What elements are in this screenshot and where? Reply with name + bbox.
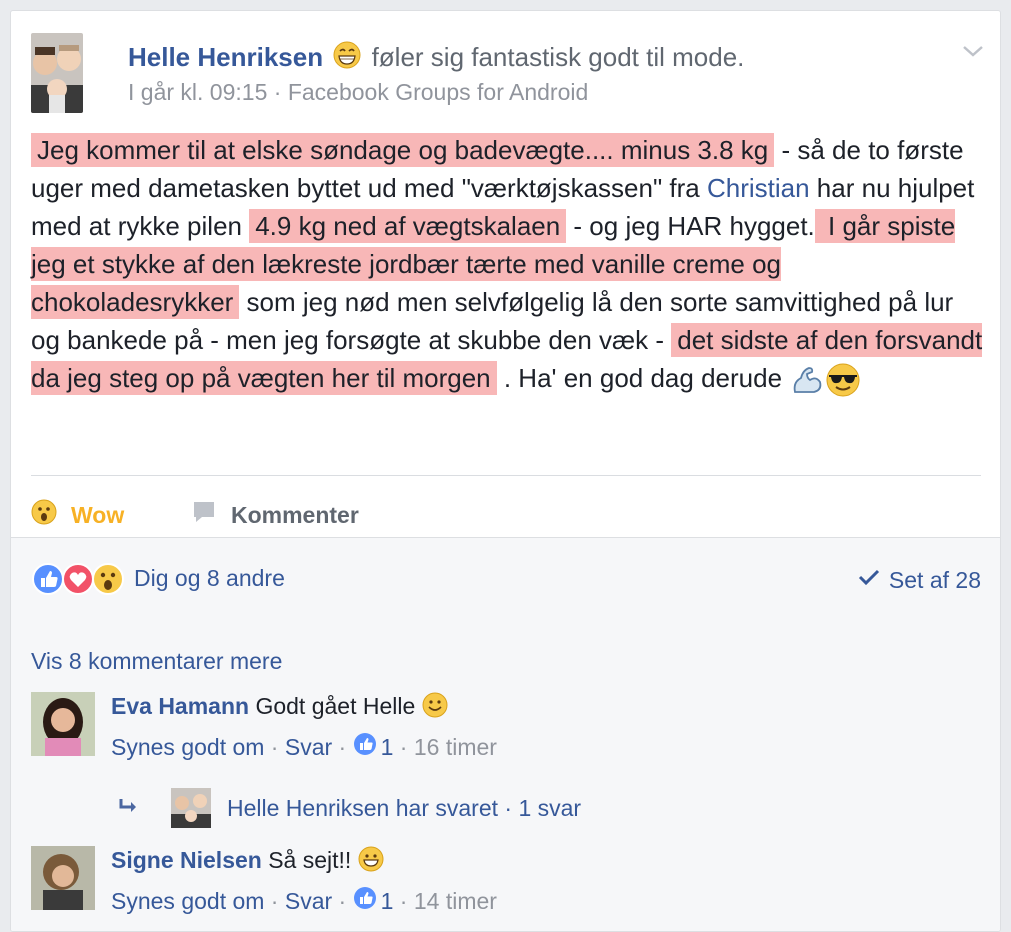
like-comment-link[interactable]: Synes godt om <box>111 888 264 915</box>
body-text-5: . Ha' en god dag derude <box>496 363 790 393</box>
comment-text: Signe Nielsen Så sejt!! <box>111 846 384 878</box>
feeling-text: føler sig fantastisk godt til mode. <box>371 42 745 72</box>
comment-time[interactable]: 16 timer <box>414 734 497 761</box>
comment-body: Godt gået Helle <box>249 693 422 720</box>
comment-meta: Synes godt om · Svar · 1 · 16 timer <box>111 732 497 762</box>
comment-meta: Synes godt om · Svar · 1 · 14 timer <box>111 886 497 916</box>
commenter-name[interactable]: Signe Nielsen <box>111 847 262 873</box>
flexed-biceps-emoji <box>789 362 825 398</box>
smile-emoji <box>358 846 384 878</box>
post-source[interactable]: Facebook Groups for Android <box>288 79 588 105</box>
post-meta: I går kl. 09:15 · Facebook Groups for An… <box>128 79 588 106</box>
wow-icon <box>31 499 57 531</box>
love-icon <box>61 562 94 601</box>
mention-link[interactable]: Christian <box>707 173 810 203</box>
body-text-3: - og jeg HAR hygget. <box>566 211 815 241</box>
meta-dot: · <box>264 733 285 760</box>
seen-by[interactable]: Set af 28 <box>857 565 981 595</box>
meta-dot: · <box>264 887 285 914</box>
highlight-text-1: Jeg kommer til at elske søndage og badev… <box>31 133 775 167</box>
meta-separator: · <box>267 79 288 105</box>
comment-label: Kommenter <box>231 501 359 528</box>
wow-reaction-icon <box>91 562 124 601</box>
reply-avatar <box>171 788 211 828</box>
sunglasses-emoji <box>825 362 861 398</box>
chevron-down-icon[interactable] <box>961 39 985 63</box>
author-line: Helle Henriksen føler sig fantastisk god… <box>128 39 744 79</box>
like-icon <box>31 562 64 601</box>
checkmark-icon <box>857 565 881 595</box>
post-body: Jeg kommer til at elske søndage og badev… <box>31 131 986 398</box>
seen-text: Set af 28 <box>888 566 981 593</box>
wow-button[interactable]: Wow <box>31 499 124 531</box>
reply-summary-text: Helle Henriksen har svaret · 1 svar <box>227 794 582 821</box>
grinning-emoji <box>332 40 362 79</box>
comment-like-count[interactable]: 1 <box>381 734 394 761</box>
comment-time[interactable]: 14 timer <box>414 888 497 915</box>
meta-dot: · <box>393 733 414 760</box>
comment-like-icon <box>353 732 377 762</box>
wow-label: Wow <box>71 501 125 528</box>
comment-body: Så sejt!! <box>261 847 358 874</box>
comment-like-icon <box>353 886 377 916</box>
feedback-section: Dig og 8 andre Set af 28 Vis 8 kommentar… <box>11 537 1000 931</box>
commenter-name[interactable]: Eva Hamann <box>111 693 249 719</box>
meta-dot: · <box>332 887 353 914</box>
like-comment-link[interactable]: Synes godt om <box>111 734 264 761</box>
reply-link[interactable]: Svar <box>285 734 332 761</box>
post-header: Helle Henriksen føler sig fantastisk god… <box>31 33 983 123</box>
reply-summary-row[interactable]: Helle Henriksen har svaret · 1 svar <box>117 788 581 828</box>
reaction-icons[interactable] <box>31 562 124 601</box>
smile-emoji <box>422 692 448 724</box>
more-comments-link[interactable]: Vis 8 kommentarer mere <box>31 648 282 675</box>
post-card: Helle Henriksen føler sig fantastisk god… <box>10 10 1001 932</box>
reactions-row: Dig og 8 andre Set af 28 <box>31 562 981 598</box>
commenter-avatar[interactable] <box>31 846 95 910</box>
meta-dot: · <box>332 733 353 760</box>
reply-link[interactable]: Svar <box>285 888 332 915</box>
comment-button[interactable]: Kommenter <box>191 499 359 531</box>
reactions-summary[interactable]: Dig og 8 andre <box>134 565 285 592</box>
comment-icon <box>191 499 217 531</box>
divider <box>31 475 981 476</box>
comment-text: Eva Hamann Godt gået Helle <box>111 692 448 724</box>
author-avatar[interactable] <box>31 33 83 113</box>
post-actions: Wow Kommenter <box>31 491 981 541</box>
commenter-avatar[interactable] <box>31 692 95 756</box>
highlight-text-2: 4.9 kg ned af vægtskalaen <box>249 209 567 243</box>
reply-arrow-icon <box>117 793 141 823</box>
comment-like-count[interactable]: 1 <box>381 888 394 915</box>
meta-dot: · <box>393 887 414 914</box>
author-name[interactable]: Helle Henriksen <box>128 42 323 72</box>
post-timestamp[interactable]: I går kl. 09:15 <box>128 79 267 105</box>
